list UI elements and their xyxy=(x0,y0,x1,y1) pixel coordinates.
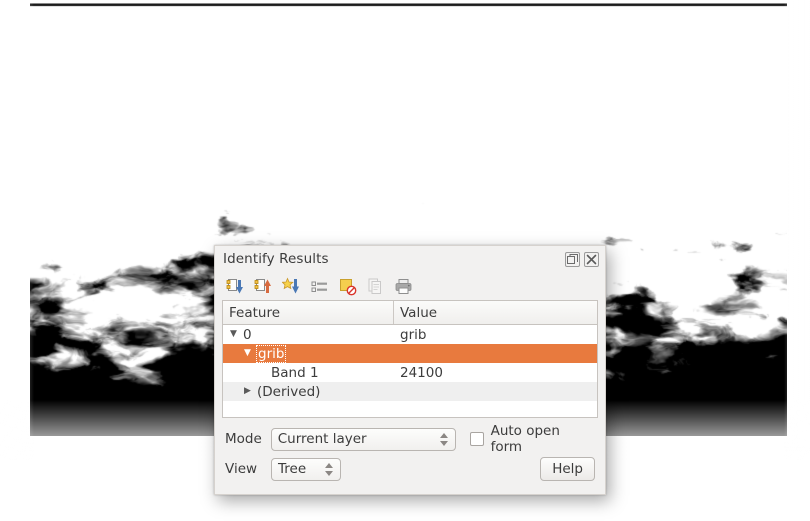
tree-body: ▼ 0 grib ▼ grib Band 1 24100 ▶ (Derived) xyxy=(223,325,597,401)
float-panel-button[interactable] xyxy=(565,251,580,267)
panel-toolbar xyxy=(215,272,605,300)
row-value-cell: grib xyxy=(400,326,427,343)
expand-new-results-button[interactable] xyxy=(222,274,248,298)
chevron-down-icon xyxy=(439,440,448,446)
help-button[interactable]: Help xyxy=(540,457,595,481)
identify-results-panel: Identify Results Feature Value ▼ 0 grib … xyxy=(214,245,606,495)
chevron-up-icon xyxy=(325,462,333,468)
clear-results-button[interactable] xyxy=(334,274,360,298)
row-value-cell: 24100 xyxy=(400,364,443,381)
row-feature-label: grib xyxy=(255,344,287,363)
mode-row: Mode Current layer Auto open form xyxy=(225,423,595,455)
row-feature-cell: ▼ 0 xyxy=(223,327,394,343)
twisty-expanded-icon[interactable]: ▼ xyxy=(227,330,240,339)
table-row[interactable]: ▶ (Derived) xyxy=(223,382,597,401)
mode-select-arrows[interactable] xyxy=(436,429,455,450)
row-feature-cell: ▶ (Derived) xyxy=(223,384,394,400)
row-feature-cell: ▼ grib xyxy=(223,344,394,363)
checkbox-box-icon xyxy=(469,432,484,446)
tree-header-row: Feature Value xyxy=(223,301,597,325)
list-view-icon xyxy=(311,281,327,292)
panel-title: Identify Results xyxy=(223,251,329,267)
close-panel-button[interactable] xyxy=(584,251,599,267)
twisty-collapsed-icon[interactable]: ▶ xyxy=(241,387,254,396)
view-select[interactable]: Tree xyxy=(271,457,341,481)
view-select-value: Tree xyxy=(278,461,307,477)
mode-label: Mode xyxy=(225,431,262,447)
app-root: Identify Results Feature Value ▼ 0 grib … xyxy=(0,0,810,521)
mode-select-value: Current layer xyxy=(277,431,367,447)
row-feature-label: Band 1 xyxy=(271,364,319,381)
expand-all-button[interactable] xyxy=(278,274,304,298)
expand-new-results-icon xyxy=(226,278,243,293)
identify-results-tree[interactable]: Feature Value ▼ 0 grib ▼ grib Band 1 24100 ▶ (D… xyxy=(222,300,598,418)
chevron-down-icon xyxy=(325,470,333,476)
view-select-arrows[interactable] xyxy=(321,459,340,480)
table-row[interactable]: ▼ grib xyxy=(223,344,597,363)
auto-open-form-checkbox[interactable]: Auto open form xyxy=(469,423,595,455)
panel-controls: Mode Current layer Auto open form View T… xyxy=(215,423,605,484)
close-icon xyxy=(586,254,597,264)
copy-feature-button[interactable] xyxy=(362,274,388,298)
print-button[interactable] xyxy=(390,274,416,298)
column-header-value[interactable]: Value xyxy=(394,301,597,324)
row-feature-cell: Band 1 xyxy=(223,365,394,381)
row-feature-label: (Derived) xyxy=(257,383,321,400)
view-row: View Tree Help xyxy=(225,454,595,484)
printer-icon xyxy=(395,278,411,294)
table-row[interactable]: ▼ 0 grib xyxy=(223,325,597,344)
row-feature-label: 0 xyxy=(243,326,252,343)
view-label: View xyxy=(225,461,258,477)
float-icon xyxy=(567,253,578,264)
collapse-all-button[interactable] xyxy=(250,274,276,298)
clear-results-icon xyxy=(339,278,356,295)
panel-titlebar: Identify Results xyxy=(215,246,605,272)
table-row[interactable]: Band 1 24100 xyxy=(223,363,597,382)
auto-open-form-label: Auto open form xyxy=(490,423,560,455)
chevron-up-icon xyxy=(439,432,448,438)
copy-document-icon xyxy=(368,278,381,294)
toggle-attribute-list-button[interactable] xyxy=(306,274,332,298)
column-header-feature[interactable]: Feature xyxy=(223,301,394,324)
twisty-placeholder xyxy=(255,368,268,377)
expand-all-icon xyxy=(281,276,299,293)
collapse-all-icon xyxy=(254,278,271,293)
mode-select[interactable]: Current layer xyxy=(270,427,456,451)
twisty-expanded-icon[interactable]: ▼ xyxy=(241,349,254,358)
